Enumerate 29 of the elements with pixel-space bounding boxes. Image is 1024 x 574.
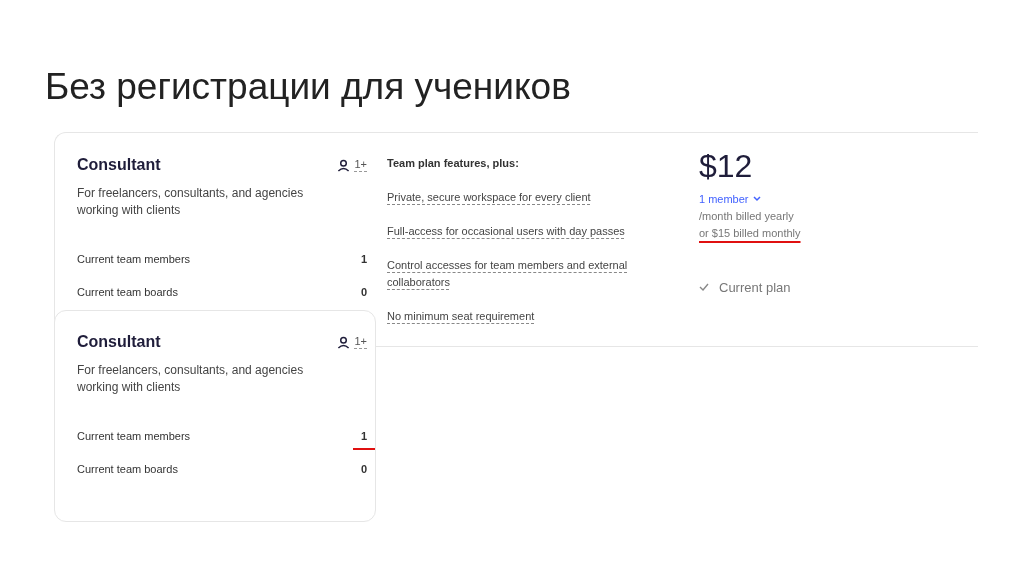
- slide-title: Без регистрации для учеников: [45, 68, 572, 105]
- plan-name: Consultant: [77, 155, 161, 175]
- chevron-down-icon: [752, 196, 761, 203]
- price: $12: [699, 150, 754, 182]
- feature-link[interactable]: Private, secure workspace for every client: [387, 188, 591, 206]
- person-icon: [337, 335, 351, 349]
- stat-value: 1: [352, 428, 375, 450]
- seat-count: 1+: [354, 334, 367, 350]
- plan-name: Consultant: [77, 332, 161, 352]
- feature-link[interactable]: No minimum seat requirement: [387, 307, 535, 325]
- person-icon: [337, 158, 351, 172]
- stat-label: Current team members: [77, 252, 191, 265]
- stat-value: 0: [359, 462, 368, 477]
- seat-count: 1+: [354, 157, 367, 173]
- stat-label: Current team boards: [77, 462, 178, 475]
- stat-value: 0: [359, 285, 368, 300]
- check-icon: [699, 283, 709, 292]
- feature-link[interactable]: Control accesses for team members and external collaborators: [387, 256, 629, 291]
- features-heading: Team plan features, plus:: [387, 156, 520, 171]
- feature-link[interactable]: Full-access for occasional users with day passes: [387, 222, 625, 240]
- stat-value: 1: [359, 252, 368, 267]
- plan-description: For freelancers, consultants, and agencies working with clients: [77, 362, 305, 396]
- billing-yearly: /month billed yearly: [699, 208, 795, 224]
- stat-label: Current team members: [77, 429, 191, 442]
- member-dropdown[interactable]: 1 member: [699, 191, 761, 208]
- billing-monthly: or $15 billed monthly: [699, 225, 801, 241]
- stat-label: Current team boards: [77, 285, 178, 298]
- plan-description: For freelancers, consultants, and agencies working with clients: [77, 185, 305, 219]
- current-plan-label: Current plan: [719, 278, 791, 297]
